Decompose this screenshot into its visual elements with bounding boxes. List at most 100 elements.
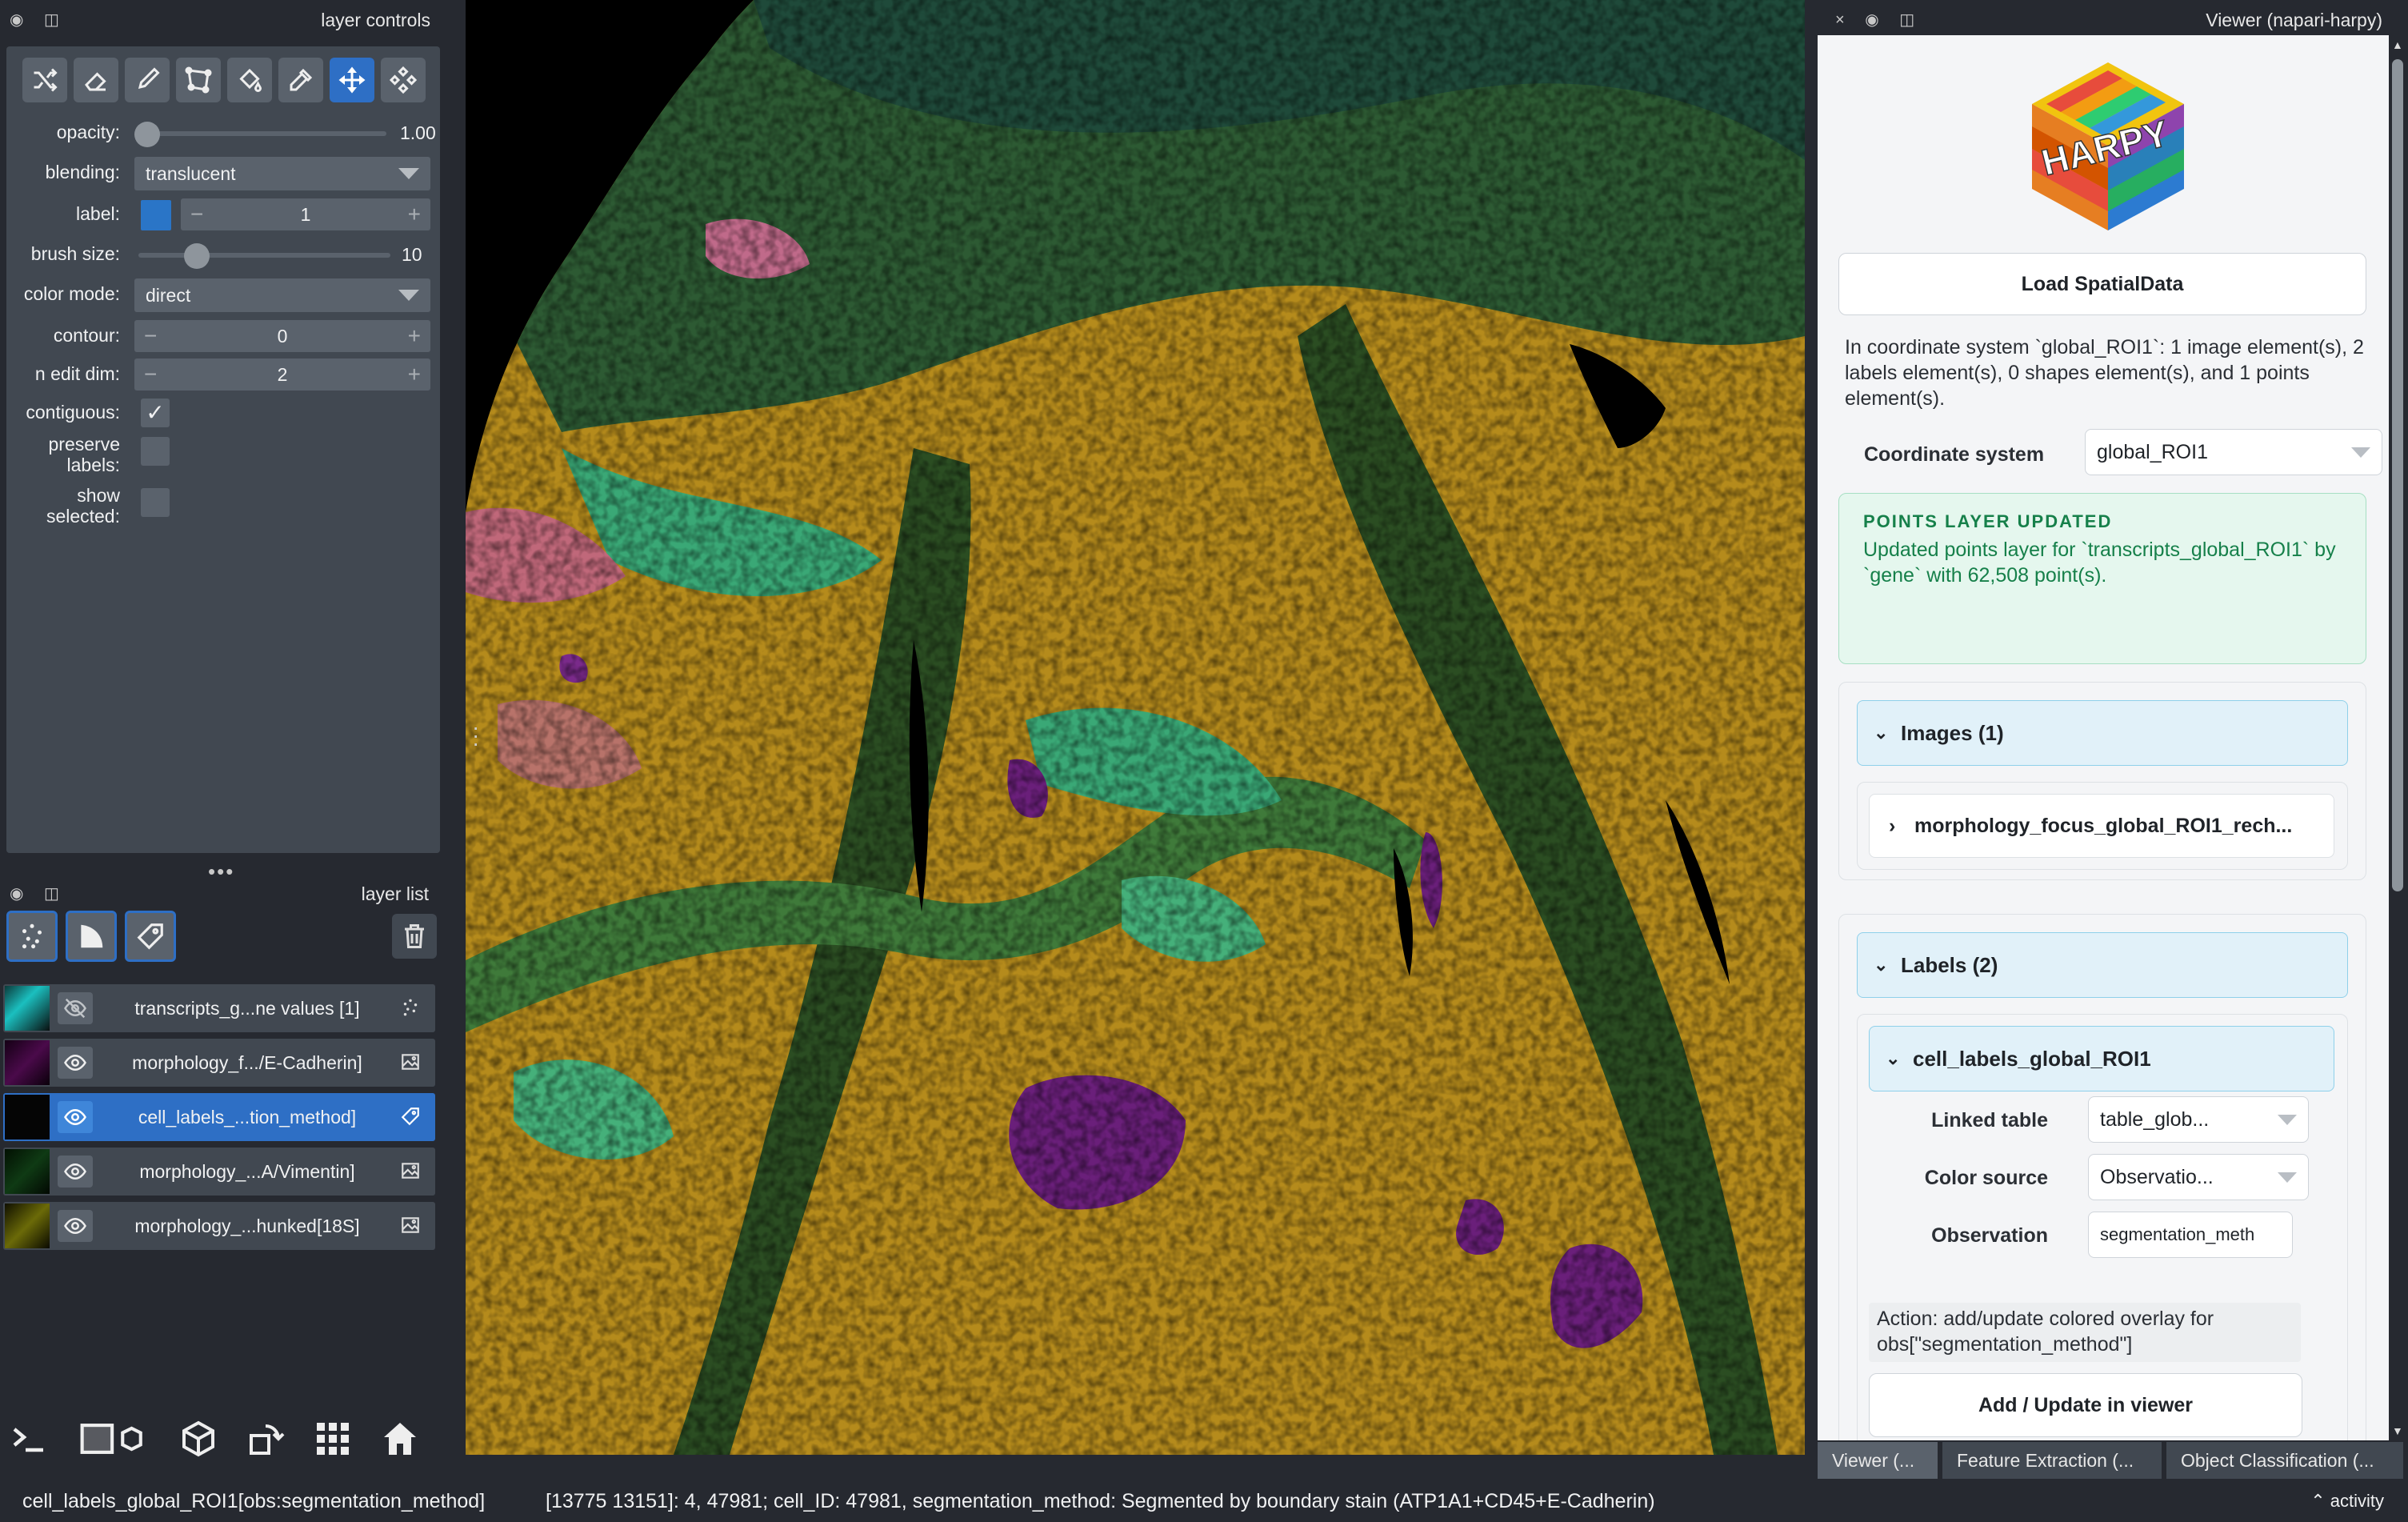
tab-feature-extraction[interactable]: Feature Extraction (...	[1942, 1442, 2162, 1479]
images-item-container: › morphology_focus_global_ROI1_rech...	[1857, 782, 2348, 870]
splitter-handle-left[interactable]: · · ·	[472, 716, 479, 755]
tissue-image	[466, 0, 1805, 1455]
polygon-button[interactable]	[176, 58, 221, 102]
new-shapes-layer-button[interactable]	[66, 911, 117, 962]
brush-size-slider-thumb[interactable]	[184, 243, 210, 269]
tab-viewer[interactable]: Viewer (...	[1818, 1442, 1938, 1479]
visibility-toggle[interactable]	[58, 1047, 93, 1079]
coordinate-system-value: global_ROI1	[2097, 441, 2208, 463]
fill-button[interactable]	[227, 58, 272, 102]
transform-button[interactable]	[381, 58, 426, 102]
ndisplay-toggle-button[interactable]	[74, 1416, 154, 1461]
labels-section-header[interactable]: ⌄ Labels (2)	[1857, 932, 2348, 998]
brush-size-slider-track[interactable]	[138, 253, 390, 258]
image-element-item[interactable]: › morphology_focus_global_ROI1_rech...	[1869, 794, 2334, 858]
show-selected-checkbox[interactable]	[141, 488, 170, 517]
transform-icon	[389, 66, 418, 94]
layer-name[interactable]: morphology_...hunked[18S]	[99, 1216, 395, 1237]
opacity-slider-track[interactable]	[138, 131, 386, 136]
new-layer-buttons	[6, 911, 176, 962]
visibility-toggle[interactable]	[58, 1101, 93, 1133]
eye-icon	[64, 1108, 86, 1126]
color-mode-select[interactable]: direct	[134, 278, 430, 312]
label-spinbox[interactable]: − 1 +	[181, 198, 430, 230]
layer-name[interactable]: morphology_f.../E-Cadherin]	[99, 1052, 395, 1074]
layer-thumbnail	[5, 1040, 50, 1085]
contour-spinbox[interactable]: − 0 +	[134, 320, 430, 352]
image-icon	[400, 1160, 421, 1185]
chevron-right-icon: ›	[1889, 815, 1896, 837]
linked-table-select[interactable]: table_glob...	[2088, 1096, 2309, 1143]
eraser-button[interactable]	[74, 58, 118, 102]
status-bar: cell_labels_global_ROI1[obs:segmentation…	[0, 1480, 2408, 1522]
grid-view-button[interactable]	[310, 1416, 355, 1461]
preserve-labels-checkbox[interactable]	[141, 437, 170, 466]
show-selected-label-line1: show	[77, 485, 120, 506]
show-selected-label-line2: selected:	[46, 506, 120, 527]
labels-section-title: Labels (2)	[1901, 953, 1998, 977]
label-color-swatch[interactable]	[141, 200, 171, 230]
layer-row-cell-labels[interactable]: cell_labels_...tion_method]	[3, 1093, 435, 1141]
layer-row-morphology-ecadherin[interactable]: morphology_f.../E-Cadherin]	[3, 1039, 435, 1087]
visibility-toggle[interactable]	[58, 992, 93, 1024]
images-section-title: Images (1)	[1901, 721, 2004, 745]
roll-dims-button[interactable]	[243, 1416, 288, 1461]
activity-button[interactable]: ⌃ activity	[2310, 1491, 2384, 1512]
color-mode-row: color mode: direct	[6, 275, 440, 314]
visibility-toggle[interactable]	[58, 1210, 93, 1242]
delete-layer-button[interactable]	[392, 914, 437, 959]
scrollbar-thumb[interactable]	[2392, 59, 2403, 891]
n-edit-dim-spinbox[interactable]: − 2 +	[134, 358, 430, 391]
3d-view-button[interactable]	[176, 1416, 221, 1461]
picker-button[interactable]	[278, 58, 323, 102]
trash-icon	[405, 924, 424, 948]
increment-icon[interactable]: +	[408, 202, 421, 227]
image-icon	[400, 1215, 421, 1240]
home-button[interactable]	[378, 1416, 422, 1461]
layer-name[interactable]: morphology_...A/Vimentin]	[99, 1161, 395, 1183]
viewer-buttons	[6, 1416, 422, 1461]
increment-icon[interactable]: +	[408, 323, 421, 349]
labels-tool-row	[22, 58, 426, 114]
new-points-layer-button[interactable]	[6, 911, 58, 962]
chevron-down-icon	[2278, 1115, 2297, 1125]
harpy-scrollbar[interactable]: ▲ ▼	[2390, 35, 2405, 1440]
opacity-row: opacity: 1.00	[6, 114, 440, 152]
contiguous-checkbox[interactable]: ✓	[141, 399, 170, 427]
visibility-toggle[interactable]	[58, 1156, 93, 1188]
layer-name[interactable]: transcripts_g...ne values [1]	[99, 998, 395, 1019]
add-update-button[interactable]: Add / Update in viewer	[1869, 1373, 2302, 1437]
dock-title-icons[interactable]: × ◉ ◫	[1835, 10, 1922, 30]
scroll-down-icon[interactable]: ▼	[2392, 1424, 2403, 1437]
blending-select[interactable]: translucent	[134, 157, 430, 190]
load-spatialdata-button[interactable]: Load SpatialData	[1838, 253, 2366, 315]
eye-icon	[64, 1217, 86, 1235]
brush-size-row: brush size: 10	[6, 235, 440, 274]
console-button[interactable]	[6, 1416, 51, 1461]
increment-icon[interactable]: +	[408, 362, 421, 387]
pan-zoom-button[interactable]	[330, 58, 374, 102]
image-canvas[interactable]: ··· ···	[466, 0, 1805, 1455]
harpy-logo: HARPY	[2032, 62, 2184, 230]
layer-row-morphology-18s[interactable]: morphology_...hunked[18S]	[3, 1202, 435, 1250]
images-section-header[interactable]: ⌄ Images (1)	[1857, 700, 2348, 766]
tab-object-classification[interactable]: Object Classification (...	[2166, 1442, 2403, 1479]
paint-button[interactable]	[125, 58, 170, 102]
observation-field[interactable]: segmentation_meth	[2088, 1212, 2293, 1258]
eye-icon	[64, 1054, 86, 1071]
brush-icon	[138, 67, 160, 90]
color-source-select[interactable]: Observatio...	[2088, 1154, 2309, 1200]
new-labels-layer-button[interactable]	[125, 911, 176, 962]
dock-title-icons[interactable]: ◉ ◫	[10, 883, 67, 903]
scroll-up-icon[interactable]: ▲	[2392, 38, 2403, 51]
label-element-header[interactable]: ⌄ cell_labels_global_ROI1	[1869, 1026, 2334, 1091]
layer-row-transcripts[interactable]: transcripts_g...ne values [1]	[3, 984, 435, 1032]
coordinate-system-select[interactable]: global_ROI1	[2085, 429, 2382, 475]
layer-row-morphology-vimentin[interactable]: morphology_...A/Vimentin]	[3, 1148, 435, 1196]
layer-name[interactable]: cell_labels_...tion_method]	[99, 1107, 395, 1128]
opacity-slider-thumb[interactable]	[134, 122, 160, 147]
dock-title-icons[interactable]: ◉ ◫	[10, 10, 67, 30]
contour-value: 0	[277, 326, 288, 346]
shuffle-colors-button[interactable]	[22, 58, 67, 102]
labels-icon	[400, 1106, 421, 1131]
